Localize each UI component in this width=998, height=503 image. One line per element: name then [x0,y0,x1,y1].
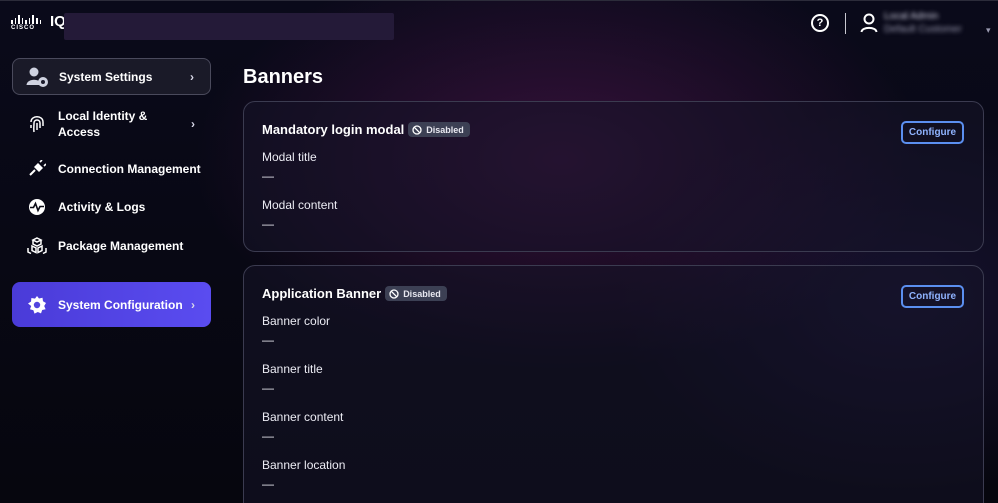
field-label: Banner title [262,362,323,376]
field-label: Modal title [262,150,317,164]
package-stack-icon [24,235,50,257]
sidebar-item-label: System Settings [59,69,153,84]
fingerprint-icon [24,113,50,135]
field-value: — [262,429,274,443]
sidebar-item-label: Package Management [58,239,184,253]
field-label: Banner color [262,314,331,328]
field-value: — [262,477,274,491]
plug-icon [24,158,50,180]
card-header: Application Banner Disabled [262,286,447,301]
top-bar: CISCO IQ ? Local Admin Default Customer … [0,0,998,46]
help-icon[interactable]: ? [811,14,829,32]
sidebar-item-package-management[interactable]: Package Management [12,235,211,257]
sidebar-item-label: System Configuration [58,297,183,312]
field-value: — [262,381,274,395]
cisco-logo[interactable]: CISCO [11,15,42,33]
user-gear-icon [25,66,51,88]
gear-icon [24,294,50,316]
user-name[interactable]: Local Admin [884,11,938,22]
sidebar-item-connection-management[interactable]: Connection Management [12,158,211,180]
card-header: Mandatory login modal Disabled [262,122,470,137]
status-badge: Disabled [408,122,470,137]
cisco-logo-bars [11,15,42,24]
sidebar-item-label: Activity & Logs [58,200,146,214]
field-value: — [262,217,274,231]
sidebar-item-label: Connection Management [58,162,201,176]
sidebar-item-label: Local Identity & Access [58,109,148,139]
activity-pulse-icon [24,196,50,218]
chevron-down-icon[interactable]: ▾ [986,25,991,36]
banner-card-application-banner: Application Banner Disabled Configure Ba… [243,265,984,503]
sidebar-item-system-configuration[interactable]: System Configuration › [12,282,211,327]
cisco-wordmark: CISCO [11,25,36,31]
chevron-right-icon: › [191,117,195,131]
field-label: Banner location [262,458,346,472]
status-badge-label: Disabled [403,288,441,299]
redacted-region [64,13,394,40]
status-badge-label: Disabled [426,124,464,135]
user-org[interactable]: Default Customer [884,24,962,35]
field-label: Modal content [262,198,338,212]
banner-card-login-modal: Mandatory login modal Disabled Configure… [243,101,984,252]
status-badge: Disabled [385,286,447,301]
disabled-icon [389,288,399,299]
sidebar-item-system-settings[interactable]: System Settings › [12,58,211,95]
card-title: Application Banner [262,286,382,301]
configure-button[interactable]: Configure [901,285,964,308]
field-value: — [262,333,274,347]
chevron-right-icon: › [190,69,194,84]
chevron-right-icon: › [191,297,195,312]
field-value: — [262,169,274,183]
page-title: Banners [243,66,324,88]
header-divider [845,13,846,34]
sidebar-item-activity-logs[interactable]: Activity & Logs [12,196,211,218]
card-title: Mandatory login modal [262,122,405,137]
configure-button[interactable]: Configure [901,121,964,144]
field-label: Banner content [262,410,344,424]
disabled-icon [412,124,422,135]
sidebar-item-local-identity[interactable]: Local Identity & Access › [12,107,211,141]
user-icon[interactable] [860,13,878,33]
